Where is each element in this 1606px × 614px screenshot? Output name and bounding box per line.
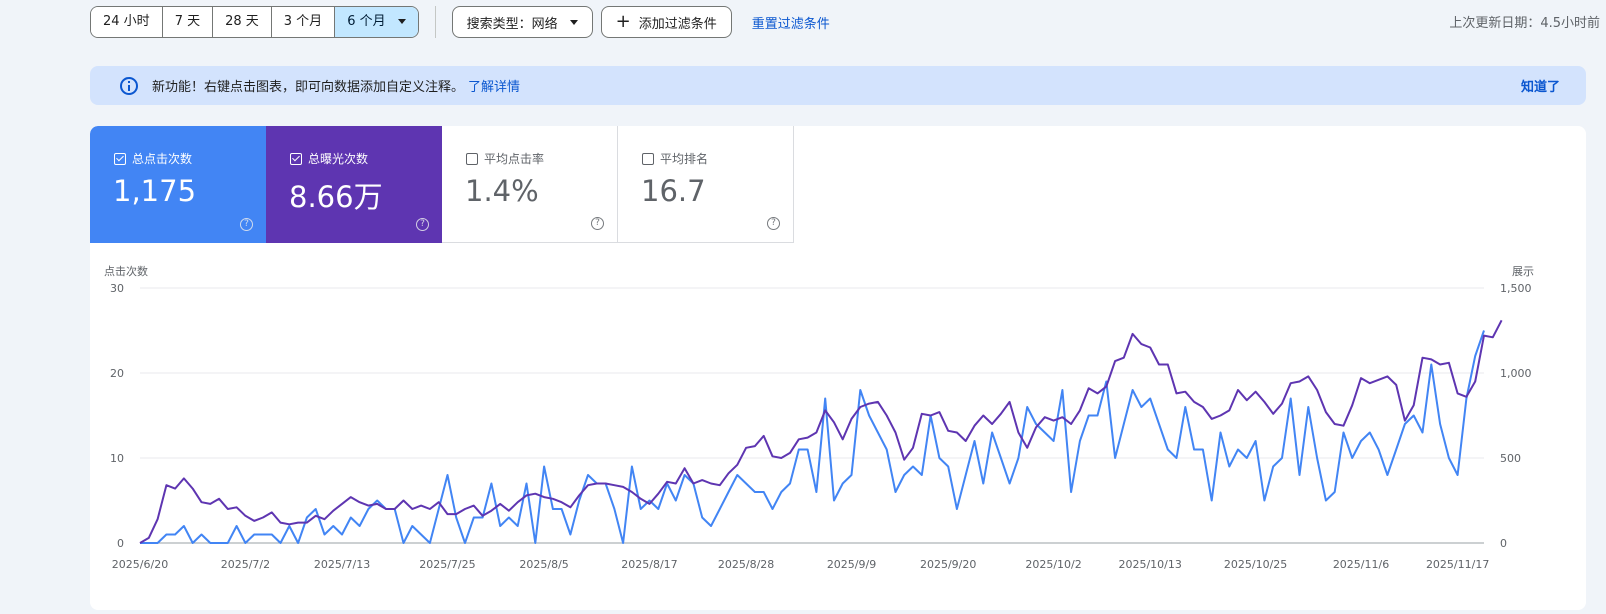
x-tick-label: 2025/6/20 [112,558,168,571]
add-filter-button[interactable]: + 添加过滤条件 [600,6,732,38]
clicks-series-line [140,330,1485,544]
y2-tick-label: 1,500 [1500,282,1532,295]
y-tick-label: 0 [117,537,124,550]
toolbar-divider [434,6,436,38]
date-range-6m[interactable]: 6 个月 [335,7,418,37]
help-icon[interactable]: ? [767,217,780,230]
search-type-label: 搜索类型：网络 [466,16,558,32]
impressions-series-line [139,319,1503,544]
add-filter-label: 添加过滤条件 [638,16,717,32]
y2-tick-label: 0 [1500,537,1507,550]
reset-filters-button[interactable]: 重置过滤条件 [752,13,830,32]
metric-label: 总点击次数 [114,150,192,167]
metric-value: 16.7 [641,174,706,208]
x-tick-label: 2025/9/9 [827,558,876,571]
help-icon[interactable]: ? [416,218,429,231]
y-tick-label: 30 [110,282,124,295]
x-tick-label: 2025/9/20 [920,558,976,571]
checkbox-icon[interactable] [642,152,654,165]
help-icon[interactable]: ? [591,217,604,230]
metric-label: 总曝光次数 [290,150,368,167]
y-tick-label: 20 [110,367,124,380]
date-range-24h[interactable]: 24 小时 [91,7,163,37]
metric-label-text: 平均点击率 [484,152,545,166]
metric-average-ctr[interactable]: 平均点击率 1.4% ? [442,126,618,243]
performance-chart[interactable]: 0 0 10 500 20 1,000 30 1,500 点击次数 展示 2025/6/20 2025… [90,256,1586,610]
metric-label-text: 总曝光次数 [308,152,369,166]
date-range-7d[interactable]: 7 天 [162,7,214,37]
performance-card: 总点击次数 1,175 ? 总曝光次数 8.66万 ? 平均点击率 1.4% ?… [90,126,1586,610]
learn-more-link[interactable]: 了解详情 [468,76,520,95]
checkbox-icon[interactable] [466,152,478,165]
search-type-dropdown[interactable]: 搜索类型：网络 [451,6,593,38]
x-tick-label: 2025/7/2 [221,558,270,571]
metric-tabs: 总点击次数 1,175 ? 总曝光次数 8.66万 ? 平均点击率 1.4% ?… [90,126,1586,243]
x-tick-label: 2025/11/6 [1333,558,1389,571]
y2-tick-label: 1,000 [1500,367,1532,380]
metric-total-clicks[interactable]: 总点击次数 1,175 ? [90,126,266,243]
plus-icon: + [615,11,631,32]
feature-banner: 新功能！右键点击图表，即可向数据添加自定义注释。 了解详情 知道了 [90,66,1586,105]
x-tick-label: 2025/11/17 [1426,558,1489,571]
metric-total-impressions[interactable]: 总曝光次数 8.66万 ? [266,126,442,243]
x-tick-label: 2025/8/28 [718,558,774,571]
dismiss-banner-button[interactable]: 知道了 [1521,76,1560,95]
toolbar: 24 小时 7 天 28 天 3 个月 6 个月 搜索类型：网络 + 添加过滤条件… [90,6,830,38]
x-tick-label: 2025/8/5 [519,558,568,571]
date-range-selector: 24 小时 7 天 28 天 3 个月 6 个月 [90,6,419,38]
last-updated-text: 上次更新日期：4.5小时前 [1449,16,1600,31]
y-tick-label: 10 [110,452,124,465]
metric-label: 平均点击率 [466,150,544,167]
metric-value: 1.4% [465,174,539,208]
chevron-down-icon [397,19,406,24]
metric-label-text: 平均排名 [660,152,709,166]
chevron-down-icon [569,19,578,25]
x-tick-label: 2025/8/17 [621,558,677,571]
metric-value: 8.66万 [289,180,383,214]
y2-axis-label: 展示 [1512,265,1534,278]
help-icon[interactable]: ? [240,218,253,231]
date-range-3m[interactable]: 3 个月 [271,7,336,37]
checkbox-icon[interactable] [290,152,302,165]
metric-label: 平均排名 [642,150,708,167]
y2-tick-label: 500 [1500,452,1521,465]
checkbox-icon[interactable] [114,152,126,165]
date-range-6m-label: 6 个月 [347,14,386,29]
x-tick-label: 2025/10/2 [1025,558,1081,571]
metric-value: 1,175 [113,174,197,208]
info-icon [120,76,138,95]
date-range-28d[interactable]: 28 天 [213,7,272,37]
x-tick-label: 2025/7/13 [314,558,370,571]
metric-average-position[interactable]: 平均排名 16.7 ? [618,126,794,243]
metric-label-text: 总点击次数 [132,152,193,166]
x-tick-label: 2025/10/13 [1118,558,1181,571]
y-axis-label: 点击次数 [104,264,148,278]
banner-text: 新功能！右键点击图表，即可向数据添加自定义注释。 [152,80,465,95]
x-tick-label: 2025/7/25 [419,558,475,571]
x-tick-label: 2025/10/25 [1224,558,1287,571]
